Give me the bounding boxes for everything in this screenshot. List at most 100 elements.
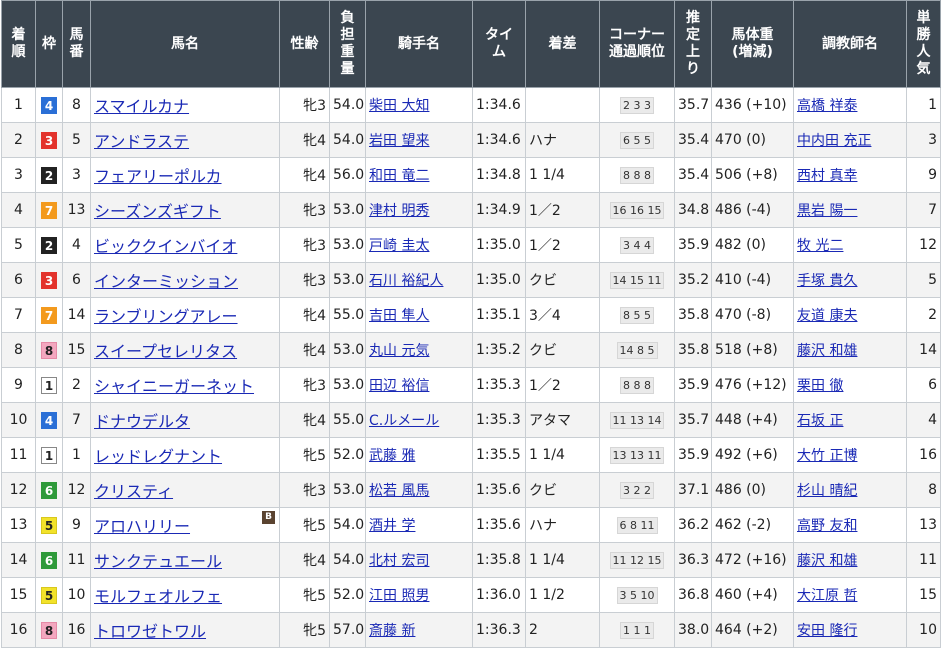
jockey-cell: 武藤 雅 [365, 437, 473, 473]
margin-cell: 1 1/2 [525, 577, 600, 613]
horse-name-link[interactable]: トロワゼトワル [94, 622, 206, 641]
horse-name-link[interactable]: ドナウデルタ [94, 412, 190, 431]
trainer-link[interactable]: 手塚 貴久 [797, 273, 857, 289]
waku-badge: 1 [41, 446, 57, 464]
trainer-link[interactable]: 高野 友和 [797, 518, 857, 534]
body-weight-cell: 436 (+10) [711, 87, 794, 123]
body-weight-cell: 482 (0) [711, 227, 794, 263]
corner-cell: 8 8 8 [599, 367, 675, 403]
jockey-link[interactable]: 田辺 裕信 [369, 378, 429, 394]
trainer-link[interactable]: 高橋 祥泰 [797, 98, 857, 114]
horse-name-link[interactable]: シャイニーガーネット [94, 377, 254, 396]
horse-name-link[interactable]: シーズンズギフト [94, 202, 221, 221]
jockey-link[interactable]: 岩田 望来 [369, 133, 429, 149]
jockey-link[interactable]: 津村 明秀 [369, 203, 429, 219]
trainer-link[interactable]: 石坂 正 [797, 413, 843, 429]
corner-cell: 8 8 8 [599, 157, 675, 193]
waku-cell: 6 [35, 542, 63, 578]
agari-cell: 35.7 [674, 87, 712, 123]
agari-cell: 35.4 [674, 122, 712, 158]
time-cell: 1:35.0 [472, 262, 526, 298]
jockey-link[interactable]: 戸崎 圭太 [369, 238, 429, 254]
body-weight-cell: 506 (+8) [711, 157, 794, 193]
jockey-link[interactable]: 酒井 学 [369, 518, 415, 534]
trainer-link[interactable]: 杉山 晴紀 [797, 483, 857, 499]
jockey-link[interactable]: 松若 風馬 [369, 483, 429, 499]
trainer-link[interactable]: 大江原 哲 [797, 588, 857, 604]
agari-cell: 38.0 [674, 612, 712, 648]
trainer-cell: 黒岩 陽一 [793, 192, 907, 228]
trainer-link[interactable]: 藤沢 和雄 [797, 553, 857, 569]
jockey-link[interactable]: 石川 裕紀人 [369, 273, 443, 289]
jockey-link[interactable]: 柴田 大知 [369, 98, 429, 114]
trainer-link[interactable]: 大竹 正博 [797, 448, 857, 464]
trainer-link[interactable]: 藤沢 和雄 [797, 343, 857, 359]
umaban-cell: 7 [62, 402, 91, 438]
margin-cell: 2 [525, 612, 600, 648]
popularity-cell: 2 [906, 297, 941, 333]
horse-name-link[interactable]: アロハリリー [94, 517, 190, 536]
umaban-cell: 1 [62, 437, 91, 473]
trainer-cell: 高橋 祥泰 [793, 87, 907, 123]
header-margin: 着差 [525, 0, 600, 88]
jockey-link[interactable]: C.ルメール [369, 413, 439, 429]
jockey-link[interactable]: 江田 照男 [369, 588, 429, 604]
trainer-link[interactable]: 西村 真幸 [797, 168, 857, 184]
jockey-link[interactable]: 北村 宏司 [369, 553, 429, 569]
horse-name-link[interactable]: ランブリングアレー [94, 307, 238, 326]
header-rank: 着 順 [1, 0, 36, 88]
margin-cell [525, 87, 600, 123]
trainer-link[interactable]: 栗田 徹 [797, 378, 843, 394]
jockey-link[interactable]: 和田 竜二 [369, 168, 429, 184]
horse-name-link[interactable]: レッドレグナント [94, 447, 222, 466]
horse-name-cell: アンドラステ [90, 122, 280, 158]
trainer-link[interactable]: 安田 隆行 [797, 623, 857, 639]
horse-name-link[interactable]: ビッククインバイオ [94, 237, 237, 256]
trainer-cell: 石坂 正 [793, 402, 907, 438]
horse-name-link[interactable]: クリスティ [94, 482, 173, 501]
waku-cell: 5 [35, 507, 63, 543]
horse-name-link[interactable]: スマイルカナ [94, 97, 189, 116]
margin-cell: クビ [525, 472, 600, 508]
body-weight-cell: 464 (+2) [711, 612, 794, 648]
margin-cell: 1 1/4 [525, 437, 600, 473]
jockey-link[interactable]: 丸山 元気 [369, 343, 429, 359]
horse-name-cell: サンクテュエール [90, 542, 280, 578]
jockey-link[interactable]: 斎藤 新 [369, 623, 415, 639]
trainer-link[interactable]: 黒岩 陽一 [797, 203, 857, 219]
agari-cell: 36.3 [674, 542, 712, 578]
rank-cell: 6 [1, 262, 36, 298]
agari-cell: 35.9 [674, 367, 712, 403]
horse-name-link[interactable]: スイープセレリタス [94, 342, 237, 361]
horse-name-cell: クリスティ [90, 472, 280, 508]
horse-name-link[interactable]: フェアリーポルカ [94, 167, 222, 186]
jockey-link[interactable]: 吉田 隼人 [369, 308, 429, 324]
table-row: 7 7 14 ランブリングアレー 牝4 55.0 吉田 隼人 1:35.1 3／4 8 5 5 35… [1, 297, 941, 333]
weight-cell: 56.0 [329, 157, 366, 193]
horse-name-link[interactable]: モルフェオルフェ [94, 587, 222, 606]
horse-name-link[interactable]: アンドラステ [94, 132, 189, 151]
waku-cell: 1 [35, 367, 63, 403]
trainer-link[interactable]: 友道 康夫 [797, 308, 857, 324]
horse-name-link[interactable]: インターミッション [94, 272, 238, 291]
umaban-cell: 14 [62, 297, 91, 333]
waku-badge: 4 [41, 411, 57, 429]
agari-cell: 35.4 [674, 157, 712, 193]
body-weight-cell: 470 (0) [711, 122, 794, 158]
trainer-link[interactable]: 中内田 充正 [797, 133, 871, 149]
margin-cell: 1／2 [525, 192, 600, 228]
agari-cell: 36.8 [674, 577, 712, 613]
jockey-cell: 石川 裕紀人 [365, 262, 473, 298]
waku-badge: 1 [41, 376, 57, 394]
sex-age-cell: 牝4 [279, 332, 330, 368]
rank-cell: 9 [1, 367, 36, 403]
trainer-link[interactable]: 牧 光二 [797, 238, 843, 254]
body-weight-cell: 470 (-8) [711, 297, 794, 333]
body-weight-cell: 460 (+4) [711, 577, 794, 613]
trainer-cell: 牧 光二 [793, 227, 907, 263]
margin-cell: 1／2 [525, 227, 600, 263]
horse-name-link[interactable]: サンクテュエール [94, 552, 222, 571]
waku-cell: 7 [35, 192, 63, 228]
corner-positions: 14 15 11 [609, 271, 665, 289]
jockey-link[interactable]: 武藤 雅 [369, 448, 415, 464]
